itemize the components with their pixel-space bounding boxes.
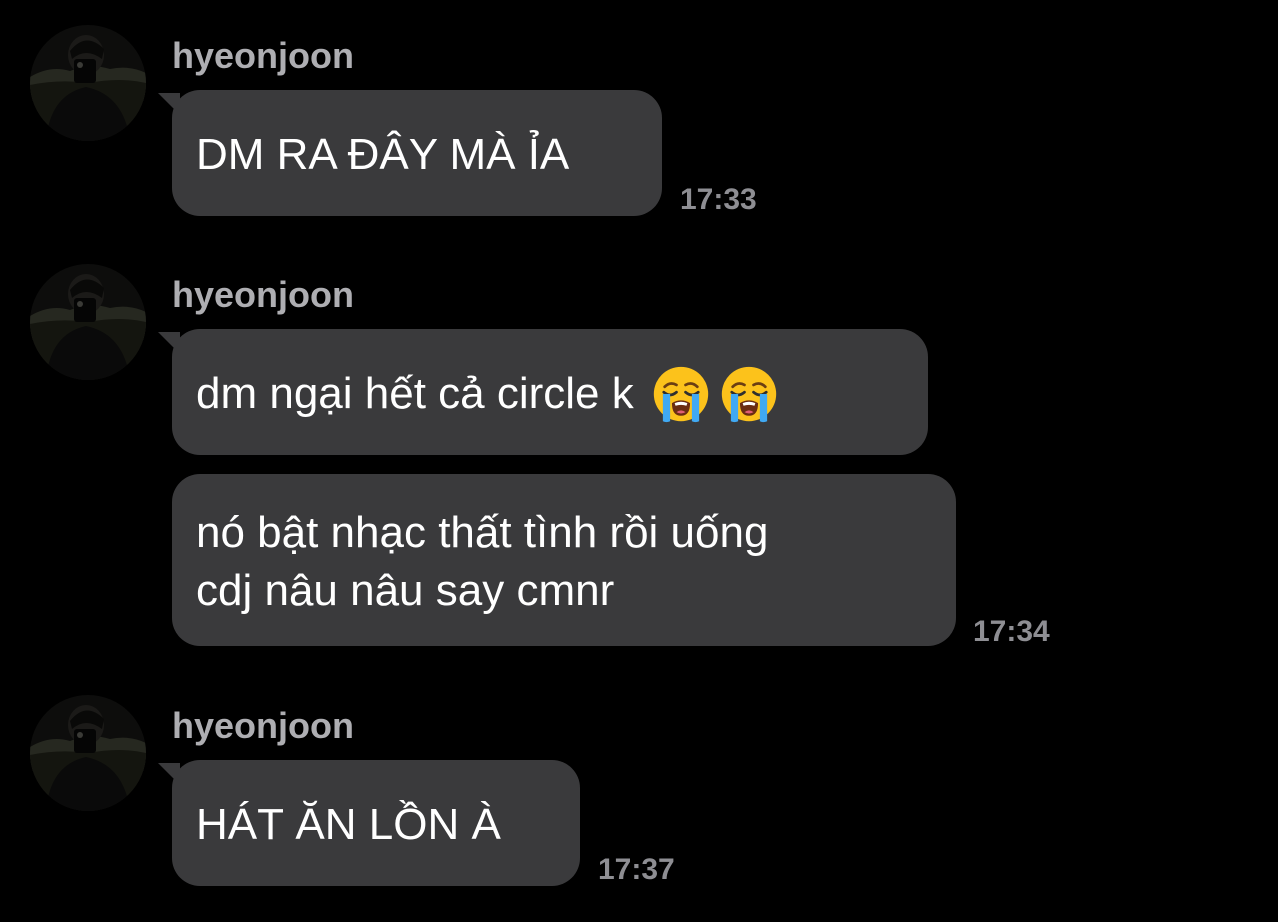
profile-photo-icon <box>30 25 146 141</box>
message-text-line: cdj nâu nâu say cmnr <box>196 566 615 615</box>
sender-avatar[interactable] <box>30 695 146 811</box>
sender-name[interactable]: hyeonjoon <box>172 277 354 313</box>
message-text: dm ngại hết cả circle k <box>196 369 634 419</box>
message-text: HÁT ĂN LỒN À <box>196 800 501 850</box>
message-bubble[interactable]: nó bật nhạc thất tình rồi uống cdj nâu n… <box>172 474 956 646</box>
profile-photo-icon <box>30 695 146 811</box>
message-timestamp: 17:34 <box>973 615 1050 648</box>
sender-avatar[interactable] <box>30 264 146 380</box>
message-text: DM RA ĐÂY MÀ ỈA <box>196 130 570 180</box>
message-bubble[interactable]: HÁT ĂN LỒN À <box>172 760 580 886</box>
message-bubble[interactable]: dm ngại hết cả circle k <box>172 329 928 455</box>
sender-name[interactable]: hyeonjoon <box>172 708 354 744</box>
message-timestamp: 17:33 <box>680 183 757 216</box>
sender-name[interactable]: hyeonjoon <box>172 38 354 74</box>
message-timestamp: 17:37 <box>598 853 675 886</box>
message-text-line: nó bật nhạc thất tình rồi uống <box>196 508 769 557</box>
loudly-crying-face-icon <box>720 365 778 423</box>
profile-photo-icon <box>30 264 146 380</box>
loudly-crying-face-icon <box>652 365 710 423</box>
sender-avatar[interactable] <box>30 25 146 141</box>
message-bubble[interactable]: DM RA ĐÂY MÀ ỈA <box>172 90 662 216</box>
